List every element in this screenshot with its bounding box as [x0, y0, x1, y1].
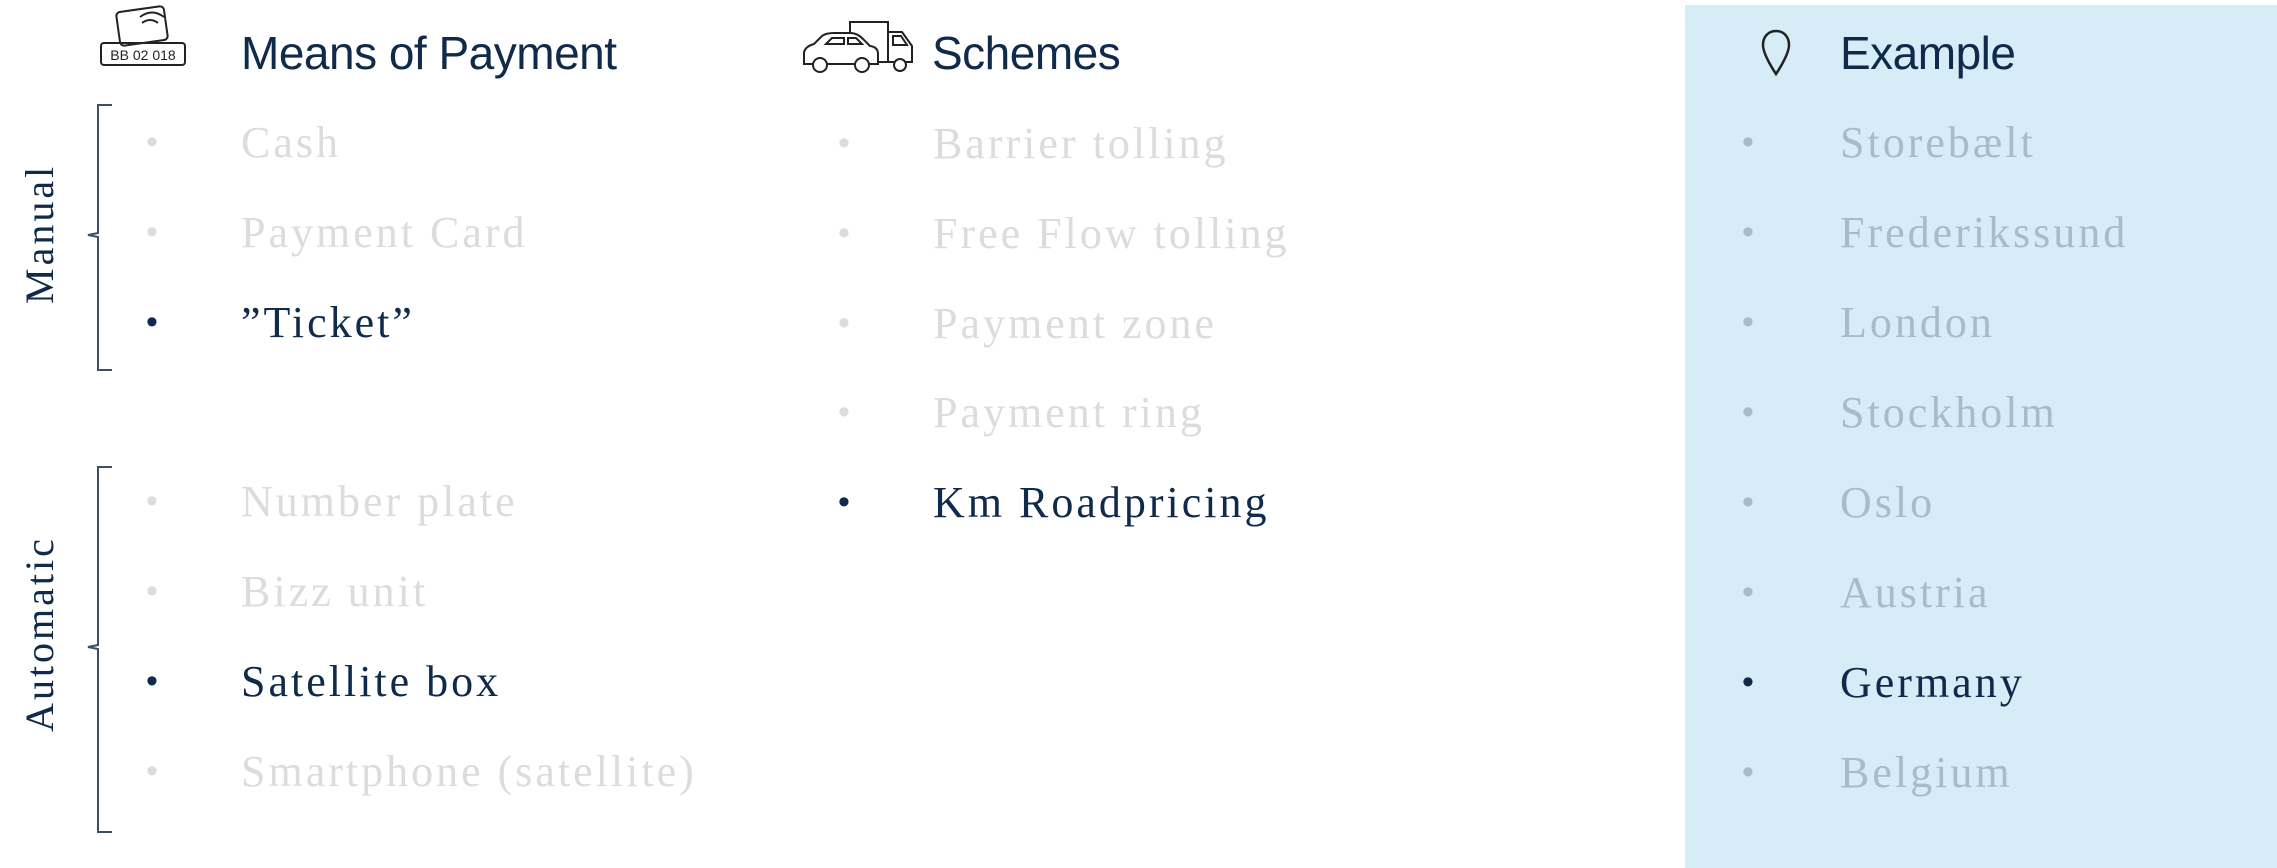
- bullet: •: [1742, 213, 1754, 251]
- location-pin-icon: [1760, 28, 1792, 78]
- item-label: Germany: [1840, 658, 2025, 707]
- manual-group-label: Manual: [17, 163, 62, 304]
- number-plate-tag-icon: BB 02 018: [98, 5, 188, 67]
- item-label: Payment zone: [933, 299, 1218, 348]
- bullet: •: [1742, 573, 1754, 611]
- bullet: •: [146, 572, 158, 610]
- bullet: •: [838, 483, 850, 521]
- bullet: •: [146, 482, 158, 520]
- bullet: •: [1742, 663, 1754, 701]
- car-and-truck-icon: [800, 18, 916, 76]
- bullet: •: [1742, 753, 1754, 791]
- bullet: •: [1742, 123, 1754, 161]
- manual-bracket: [80, 103, 116, 373]
- item-label: Smartphone (satellite): [241, 747, 697, 796]
- item-label: Satellite box: [241, 657, 502, 706]
- item-label: Km Roadpricing: [933, 478, 1270, 527]
- item-label: Bizz unit: [241, 567, 429, 616]
- svg-text:BB 02 018: BB 02 018: [110, 47, 176, 63]
- item-label: Payment Card: [241, 208, 528, 257]
- automatic-group-label: Automatic: [17, 536, 62, 732]
- item-label: London: [1840, 298, 1995, 347]
- bullet: •: [838, 214, 850, 252]
- item-label: Storebælt: [1840, 118, 2036, 167]
- item-label: Barrier tolling: [933, 119, 1229, 168]
- bullet: •: [838, 393, 850, 431]
- item-label: ”Ticket”: [241, 298, 415, 347]
- schemes-column-title: Schemes: [932, 27, 1121, 79]
- item-label: Cash: [241, 118, 341, 167]
- payment-column-title: Means of Payment: [241, 27, 617, 79]
- bullet: •: [146, 752, 158, 790]
- bullet: •: [146, 123, 158, 161]
- item-label: Number plate: [241, 477, 518, 526]
- item-label: Austria: [1840, 568, 1991, 617]
- bullet: •: [146, 213, 158, 251]
- automatic-bracket: [80, 465, 116, 835]
- item-label: Payment ring: [933, 388, 1205, 437]
- item-label: Stockholm: [1840, 388, 2058, 437]
- bullet: •: [1742, 393, 1754, 431]
- example-column-title: Example: [1840, 27, 2016, 79]
- bullet: •: [838, 124, 850, 162]
- item-label: Belgium: [1840, 748, 2013, 797]
- item-label: Oslo: [1840, 478, 1936, 527]
- item-label: Frederikssund: [1840, 208, 2129, 257]
- bullet: •: [146, 303, 158, 341]
- bullet: •: [1742, 483, 1754, 521]
- bullet: •: [1742, 303, 1754, 341]
- bullet: •: [838, 304, 850, 342]
- item-label: Free Flow tolling: [933, 209, 1290, 258]
- bullet: •: [146, 662, 158, 700]
